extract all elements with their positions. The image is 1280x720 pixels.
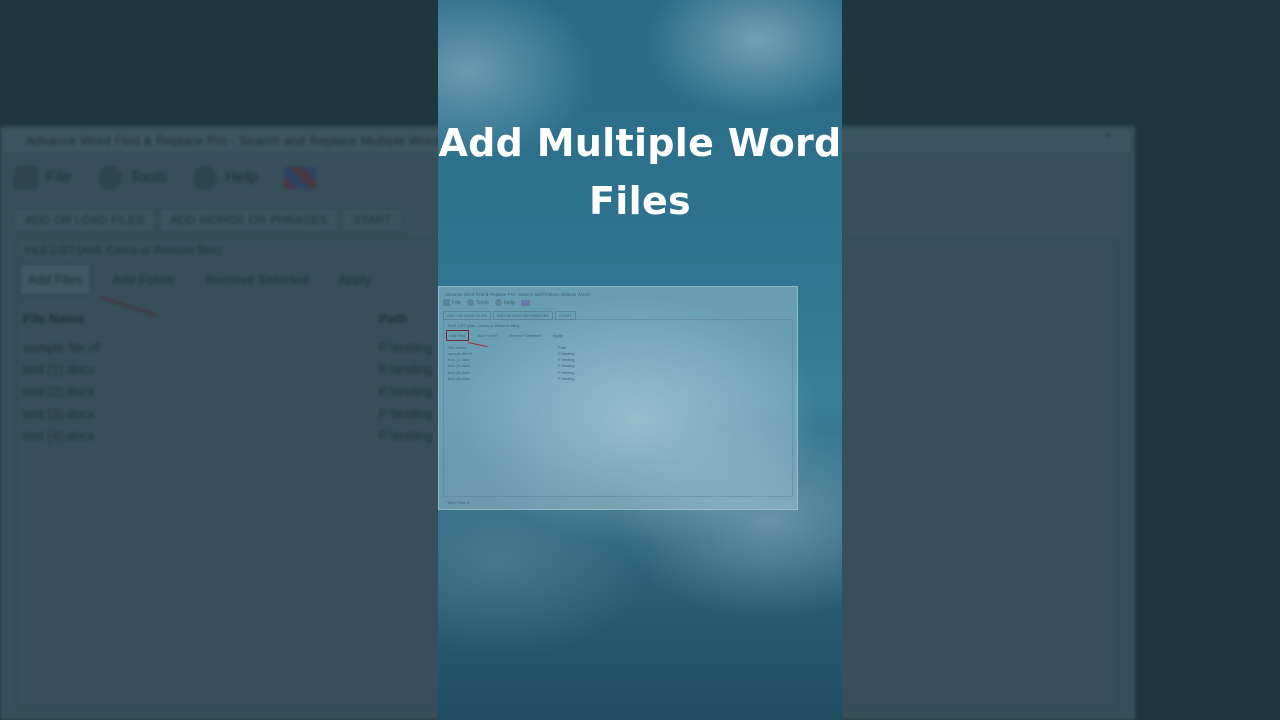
mini-apply-button: Apply [552, 333, 563, 338]
mini-menu-tools: Tools [466, 299, 489, 307]
bg-col-path: Path [379, 311, 408, 326]
app-window-screenshot: Advance Word Find & Replace Pro - Search… [438, 286, 798, 510]
bg-toolbar: Add Files Add Folder Remove Selected App… [19, 263, 380, 296]
list-item: test (2).docx [23, 384, 95, 399]
bg-menu-help: Help [193, 166, 258, 190]
bg-remove-button: Remove Selected [205, 272, 309, 287]
bg-file-paths: F:\testing F:\testing F:\testing F:\test… [379, 337, 432, 447]
bg-apply-button: Apply [338, 272, 371, 287]
headline-line-1: Add Multiple Word [438, 121, 842, 165]
language-flag-icon [284, 167, 317, 189]
help-icon [193, 166, 218, 190]
mini-menu-help: Help [494, 299, 515, 307]
bg-tab-start: START [342, 208, 403, 232]
bg-menu-tools: Tools [97, 166, 167, 190]
headline: Add Multiple Word Files [438, 114, 842, 230]
bg-tab-add-words: ADD WORDS OR PHRASES [159, 208, 339, 232]
bg-group-label: FILE LIST (Add, Check or Remove files) [25, 245, 222, 257]
mini-file-paths: F:\testing F:\testing F:\testing F:\test… [558, 351, 574, 382]
table-row: test (4).docx [448, 375, 471, 381]
table-row: F:\testing [558, 375, 575, 381]
bg-col-file-name: File Name [23, 311, 85, 326]
mini-pointer-arrow [467, 342, 488, 348]
bg-menubar: File Tools Help [14, 166, 317, 190]
file-icon [443, 299, 450, 306]
mini-col-path: Path [558, 345, 567, 350]
mini-status-bar: Total Files: 5 [447, 500, 470, 505]
mini-menu-file: File [443, 299, 461, 307]
file-icon [14, 166, 38, 190]
mini-menubar: File Tools Help [443, 299, 531, 307]
list-item: sample file.rtf [23, 340, 101, 355]
mini-add-folder-button: Add Folder [477, 333, 498, 338]
list-item: test (3).docx [23, 406, 95, 421]
bg-tab-add-files: ADD OR LOAD FILES [14, 208, 156, 232]
bg-add-files-button: Add Files [19, 263, 92, 296]
mini-file-list-panel: FILE LIST (Add, Check or Remove files) A… [443, 319, 793, 497]
tools-icon [466, 299, 474, 306]
list-item: F:\testing [379, 428, 433, 443]
bg-menu-file: File [14, 166, 72, 190]
headline-line-2: Files [589, 179, 691, 223]
tools-icon [97, 166, 122, 190]
list-item: F:\testing [379, 340, 433, 355]
mini-group-label: FILE LIST (Add, Check or Remove files) [448, 323, 520, 328]
language-flag-icon [521, 299, 531, 306]
bg-tabs: ADD OR LOAD FILES ADD WORDS OR PHRASES S… [14, 208, 403, 232]
mini-remove-button: Remove Selected [509, 333, 541, 338]
bg-add-folder-button: Add Folder [112, 272, 176, 287]
bg-close-icon: × [1103, 128, 1111, 142]
table-row: F:\testing [558, 363, 575, 369]
mini-toolbar: Add Files Add Folder Remove Selected App… [446, 330, 566, 341]
bg-file-names: sample file.rtf test (1).docx test (2).d… [23, 337, 100, 447]
table-row: test (2).docx [448, 363, 471, 369]
mini-col-file-name: File Name [448, 345, 467, 350]
list-item: test (4).docx [23, 428, 95, 443]
list-item: F:\testing [379, 406, 433, 421]
mini-add-files-button: Add Files [446, 330, 469, 341]
list-item: test (1).docx [23, 362, 95, 377]
mini-window-title: Advance Word Find & Replace Pro - Search… [445, 292, 591, 297]
table-row: test (3).docx [448, 369, 471, 375]
video-panel: Add Multiple Word Files Advance Word Fin… [438, 0, 842, 720]
help-icon [494, 299, 502, 306]
list-item: F:\testing [379, 384, 433, 399]
table-row: F:\testing [558, 369, 575, 375]
mini-file-names: sample file.rtf test (1).docx test (2).d… [448, 351, 472, 382]
list-item: F:\testing [379, 362, 433, 377]
